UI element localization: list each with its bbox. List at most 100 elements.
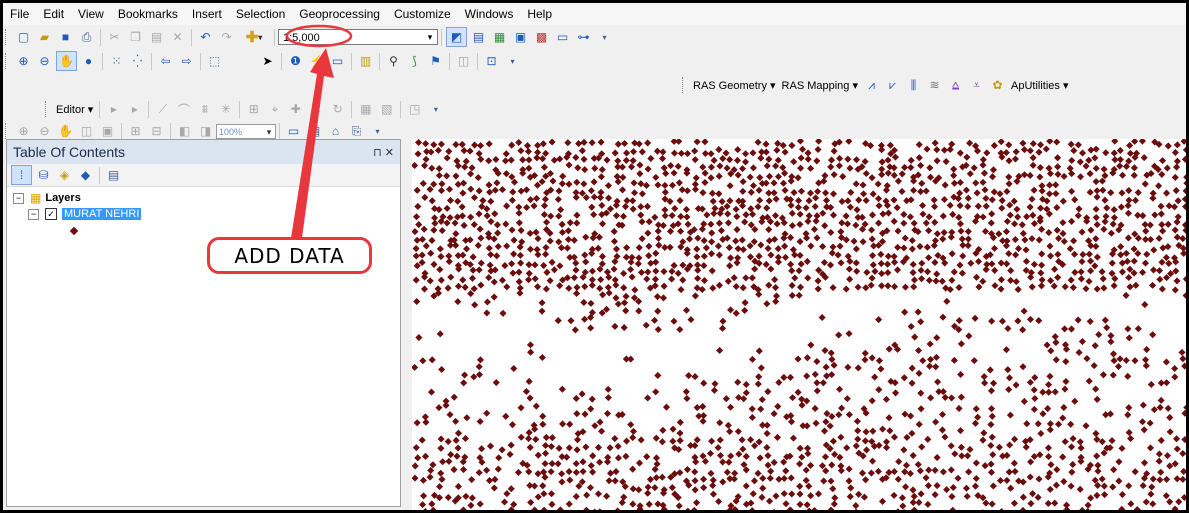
modelbuilder-icon[interactable]: ⊶ (574, 28, 593, 46)
map-scale-combo[interactable]: 1:5,000 ▾ (278, 29, 438, 45)
menu-bookmarks[interactable]: Bookmarks (111, 3, 185, 25)
menu-view[interactable]: View (71, 3, 111, 25)
hyperlink-icon[interactable]: ⚡ (307, 52, 326, 70)
map-point (716, 346, 724, 355)
find-route-icon[interactable]: ⟆ (405, 52, 424, 70)
html-popup-icon[interactable]: ▭ (328, 52, 347, 70)
list-by-selection-icon[interactable]: ◆ (76, 166, 95, 184)
layer-item[interactable]: − ✓ MURAT NEHRI (28, 206, 142, 222)
editor-toolbar-icon[interactable]: ◩ (446, 27, 467, 47)
toolbar-options-icon[interactable]: ▾ (426, 100, 445, 118)
map-point (964, 452, 972, 460)
toolbar-options-icon[interactable]: ▾ (503, 52, 522, 70)
editor-menu[interactable]: Editor ▾ (53, 103, 96, 116)
menu-help[interactable]: Help (520, 3, 559, 25)
construct-xs-icon[interactable]: ⫼ (904, 76, 923, 94)
menu-file[interactable]: File (3, 3, 36, 25)
full-extent-icon[interactable]: ● (79, 52, 98, 70)
levee-icon[interactable]: ⩡ (967, 76, 986, 94)
map-point (630, 179, 638, 187)
toggle-draft-mode-icon[interactable]: ▭ (284, 122, 303, 140)
pin-icon[interactable]: ⊓ (373, 147, 382, 159)
toolbar-grip[interactable] (5, 29, 9, 45)
map-point (556, 506, 564, 510)
search-window-icon[interactable]: ▣ (511, 28, 530, 46)
data-driven-pages-icon[interactable]: ⎘ (347, 122, 366, 140)
menu-insert[interactable]: Insert (185, 3, 229, 25)
delete-icon[interactable]: ✕ (168, 28, 187, 46)
select-elements-icon[interactable]: ➤ (258, 52, 277, 70)
select-features-icon[interactable]: ⬚ (205, 52, 224, 70)
identify-icon[interactable]: ❶ (286, 52, 305, 70)
assign-river-code-icon[interactable]: ⩘ (862, 76, 881, 94)
print-icon[interactable]: ⎙ (77, 28, 96, 46)
fixed-zoom-out-icon[interactable]: ⁛ (128, 52, 147, 70)
aputilities-menu[interactable]: ApUtilities ▾ (1011, 79, 1068, 92)
measure-icon[interactable]: ▥ (356, 52, 375, 70)
copy-icon[interactable]: ❐ (126, 28, 145, 46)
paste-icon[interactable]: ▤ (147, 28, 166, 46)
zoom-in-icon[interactable]: ⊕ (14, 52, 33, 70)
change-layout-icon[interactable]: ⌂ (326, 122, 345, 140)
toolbar-grip[interactable] (5, 123, 9, 139)
focus-data-frame-icon[interactable]: ▤ (305, 122, 324, 140)
layer-symbol[interactable] (69, 223, 79, 239)
collapse-icon[interactable]: − (28, 208, 39, 220)
arctoolbox-icon[interactable]: ▩ (532, 28, 551, 46)
visibility-checkbox[interactable]: ✓ (45, 208, 57, 220)
menu-customize[interactable]: Customize (387, 3, 458, 25)
toolbar-grip[interactable] (682, 77, 686, 93)
create-viewer-window-icon[interactable]: ⊡ (482, 52, 501, 70)
find-icon[interactable]: ⚲ (384, 52, 403, 70)
open-icon[interactable]: ▰ (35, 28, 54, 46)
toolbar-options-icon[interactable]: ▾ (368, 122, 387, 140)
table-of-contents-icon[interactable]: ▤ (469, 28, 488, 46)
catalog-icon[interactable]: ▦ (490, 28, 509, 46)
map-point (724, 421, 732, 429)
map-point (926, 164, 934, 172)
flow-path-icon[interactable]: ≋ (925, 76, 944, 94)
back-icon[interactable]: ⇦ (156, 52, 175, 70)
undo-icon[interactable]: ↶ (196, 28, 215, 46)
list-by-drawing-order-icon[interactable]: ⁞ (11, 165, 32, 185)
layer-name[interactable]: MURAT NEHRI (62, 208, 142, 220)
new-document-icon[interactable]: ▢ (14, 28, 33, 46)
map-point (594, 490, 602, 498)
menu-selection[interactable]: Selection (229, 3, 292, 25)
ras-geometry-menu[interactable]: RAS Geometry ▾ (693, 79, 776, 92)
collapse-icon[interactable]: − (13, 192, 24, 204)
cut-icon[interactable]: ✂ (105, 28, 124, 46)
layout-zoom-combo[interactable]: 100% ▾ (216, 123, 276, 139)
clear-selection-icon[interactable] (226, 52, 256, 70)
list-by-source-icon[interactable]: ⛁ (34, 166, 53, 184)
close-icon[interactable]: ✕ (385, 147, 394, 159)
menu-geoprocessing[interactable]: Geoprocessing (292, 3, 387, 25)
time-slider-icon[interactable]: ◫ (454, 52, 473, 70)
fixed-zoom-in-icon[interactable]: ⁙ (107, 52, 126, 70)
zoom-out-icon[interactable]: ⊖ (35, 52, 54, 70)
toolbar-grip[interactable] (45, 101, 49, 117)
redo-icon[interactable]: ↷ (217, 28, 236, 46)
toc-options-icon[interactable]: ▤ (104, 166, 123, 184)
map-point (1158, 170, 1166, 178)
menu-windows[interactable]: Windows (458, 3, 521, 25)
forward-icon[interactable]: ⇨ (177, 52, 196, 70)
pan-icon[interactable]: ✋ (56, 51, 77, 71)
toolbar-options-icon[interactable]: ▾ (595, 28, 614, 46)
list-by-visibility-icon[interactable]: ◈ (55, 166, 74, 184)
go-to-xy-icon[interactable]: ⚑ (426, 52, 445, 70)
add-data-button[interactable]: ✚ ▾ (238, 28, 270, 46)
map-point (950, 356, 958, 364)
assign-station-icon[interactable]: ⩗ (883, 76, 902, 94)
map-point (722, 149, 730, 157)
layers-root[interactable]: − ▦ Layers (13, 190, 81, 206)
bank-points-icon[interactable]: ⩠ (946, 76, 965, 94)
menu-edit[interactable]: Edit (36, 3, 71, 25)
save-icon[interactable]: ■ (56, 28, 75, 46)
map-view[interactable] (412, 139, 1186, 510)
toolbar-grip[interactable] (5, 53, 9, 69)
map-point (926, 173, 935, 181)
generate-surface-icon[interactable]: ✿ (988, 76, 1007, 94)
python-window-icon[interactable]: ▭ (553, 28, 572, 46)
ras-mapping-menu[interactable]: RAS Mapping ▾ (782, 79, 858, 92)
